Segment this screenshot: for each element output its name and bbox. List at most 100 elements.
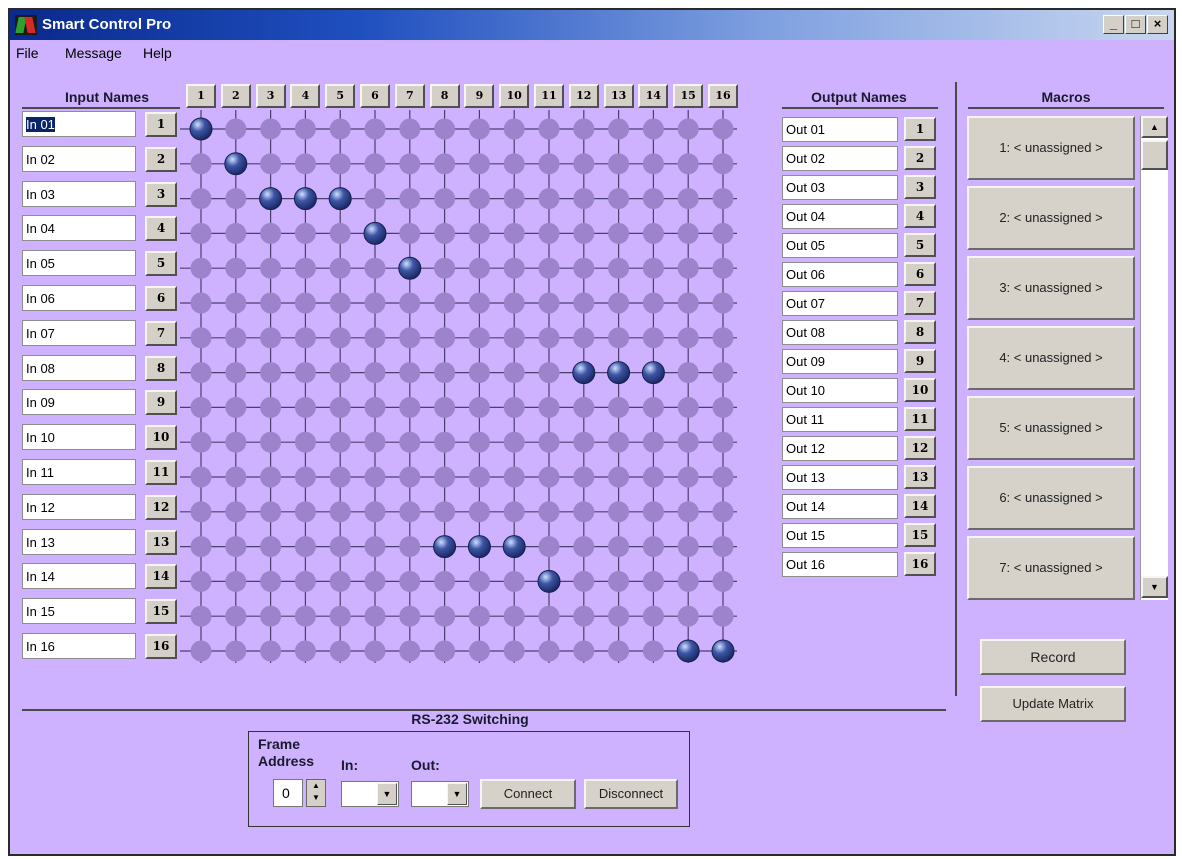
crosspoint[interactable] bbox=[712, 153, 734, 175]
output-name-field[interactable]: Out 11 bbox=[782, 407, 898, 432]
crosspoint[interactable] bbox=[399, 466, 421, 488]
crosspoint[interactable] bbox=[712, 536, 734, 558]
in-select[interactable]: ▼ bbox=[341, 781, 399, 807]
crosspoint[interactable] bbox=[503, 605, 525, 627]
crosspoint[interactable] bbox=[503, 570, 525, 592]
crosspoint-active[interactable] bbox=[502, 535, 526, 559]
crosspoint[interactable] bbox=[573, 292, 595, 314]
disconnect-button[interactable]: Disconnect bbox=[584, 779, 678, 809]
crosspoint[interactable] bbox=[468, 501, 490, 523]
input-name-field[interactable]: In 12 bbox=[22, 493, 136, 520]
crosspoint[interactable] bbox=[503, 327, 525, 349]
crosspoint[interactable] bbox=[190, 431, 212, 453]
crosspoint[interactable] bbox=[260, 396, 282, 418]
crosspoint[interactable] bbox=[712, 396, 734, 418]
crosspoint[interactable] bbox=[538, 188, 560, 210]
crosspoint[interactable] bbox=[642, 431, 664, 453]
input-name-field[interactable]: In 03 bbox=[22, 180, 136, 207]
output-name-field[interactable]: Out 05 bbox=[782, 233, 898, 258]
crosspoint[interactable] bbox=[608, 605, 630, 627]
crosspoint[interactable] bbox=[364, 257, 386, 279]
crosspoint[interactable] bbox=[364, 466, 386, 488]
crosspoint-matrix[interactable] bbox=[180, 110, 742, 670]
frame-address-field[interactable]: 0 bbox=[273, 779, 303, 807]
crosspoint[interactable] bbox=[260, 257, 282, 279]
output-number-button[interactable]: 16 bbox=[904, 552, 936, 576]
crosspoint[interactable] bbox=[468, 431, 490, 453]
crosspoint[interactable] bbox=[399, 570, 421, 592]
crosspoint[interactable] bbox=[225, 327, 247, 349]
output-name-field[interactable]: Out 06 bbox=[782, 262, 898, 287]
crosspoint[interactable] bbox=[294, 396, 316, 418]
output-column-button[interactable]: 11 bbox=[534, 84, 564, 108]
output-column-button[interactable]: 15 bbox=[673, 84, 704, 108]
output-name-field[interactable]: Out 01 bbox=[782, 117, 898, 142]
output-name-field[interactable]: Out 09 bbox=[782, 349, 898, 374]
crosspoint[interactable] bbox=[434, 257, 456, 279]
crosspoint[interactable] bbox=[608, 466, 630, 488]
output-name-field[interactable]: Out 14 bbox=[782, 494, 898, 519]
crosspoint[interactable] bbox=[468, 605, 490, 627]
input-number-button[interactable]: 9 bbox=[145, 390, 177, 416]
crosspoint[interactable] bbox=[190, 222, 212, 244]
crosspoint-active[interactable] bbox=[572, 361, 596, 385]
crosspoint[interactable] bbox=[573, 431, 595, 453]
crosspoint[interactable] bbox=[399, 222, 421, 244]
crosspoint[interactable] bbox=[260, 466, 282, 488]
crosspoint[interactable] bbox=[434, 327, 456, 349]
input-name-field[interactable]: In 07 bbox=[22, 319, 136, 346]
crosspoint[interactable] bbox=[364, 362, 386, 384]
crosspoint[interactable] bbox=[225, 188, 247, 210]
macro-button[interactable]: 6: < unassigned > bbox=[967, 466, 1135, 530]
output-number-button[interactable]: 2 bbox=[904, 146, 936, 170]
output-name-field[interactable]: Out 15 bbox=[782, 523, 898, 548]
output-column-button[interactable]: 12 bbox=[568, 84, 599, 108]
crosspoint[interactable] bbox=[225, 362, 247, 384]
crosspoint-active[interactable] bbox=[224, 152, 248, 176]
crosspoint[interactable] bbox=[573, 536, 595, 558]
menu-help[interactable]: Help bbox=[143, 45, 172, 61]
crosspoint-active[interactable] bbox=[398, 256, 422, 280]
crosspoint[interactable] bbox=[468, 327, 490, 349]
crosspoint[interactable] bbox=[468, 188, 490, 210]
input-number-button[interactable]: 2 bbox=[145, 146, 177, 172]
crosspoint[interactable] bbox=[538, 153, 560, 175]
macro-button[interactable]: 3: < unassigned > bbox=[967, 256, 1135, 320]
crosspoint[interactable] bbox=[434, 466, 456, 488]
crosspoint[interactable] bbox=[468, 466, 490, 488]
crosspoint[interactable] bbox=[573, 640, 595, 662]
crosspoint[interactable] bbox=[294, 292, 316, 314]
crosspoint[interactable] bbox=[468, 362, 490, 384]
record-button[interactable]: Record bbox=[980, 639, 1126, 675]
output-number-button[interactable]: 3 bbox=[904, 175, 936, 199]
crosspoint[interactable] bbox=[260, 327, 282, 349]
crosspoint[interactable] bbox=[329, 466, 351, 488]
crosspoint[interactable] bbox=[468, 570, 490, 592]
crosspoint[interactable] bbox=[294, 570, 316, 592]
crosspoint[interactable] bbox=[642, 640, 664, 662]
input-number-button[interactable]: 3 bbox=[145, 181, 177, 207]
update-matrix-button[interactable]: Update Matrix bbox=[980, 686, 1126, 722]
output-column-button[interactable]: 8 bbox=[429, 84, 460, 108]
crosspoint[interactable] bbox=[329, 292, 351, 314]
output-number-button[interactable]: 9 bbox=[904, 349, 936, 373]
output-number-button[interactable]: 5 bbox=[904, 233, 936, 257]
menu-message[interactable]: Message bbox=[65, 45, 122, 61]
crosspoint[interactable] bbox=[538, 257, 560, 279]
crosspoint[interactable] bbox=[677, 605, 699, 627]
crosspoint[interactable] bbox=[642, 257, 664, 279]
output-name-field[interactable]: Out 02 bbox=[782, 146, 898, 171]
output-column-button[interactable]: 13 bbox=[603, 84, 634, 108]
crosspoint[interactable] bbox=[573, 153, 595, 175]
crosspoint[interactable] bbox=[225, 640, 247, 662]
crosspoint-active[interactable] bbox=[189, 117, 213, 141]
crosspoint[interactable] bbox=[294, 362, 316, 384]
crosspoint[interactable] bbox=[712, 570, 734, 592]
crosspoint[interactable] bbox=[677, 466, 699, 488]
crosspoint[interactable] bbox=[364, 153, 386, 175]
crosspoint[interactable] bbox=[225, 536, 247, 558]
input-name-field[interactable]: In 15 bbox=[22, 598, 136, 625]
output-column-button[interactable]: 9 bbox=[464, 84, 495, 108]
crosspoint[interactable] bbox=[190, 362, 212, 384]
crosspoint[interactable] bbox=[468, 640, 490, 662]
